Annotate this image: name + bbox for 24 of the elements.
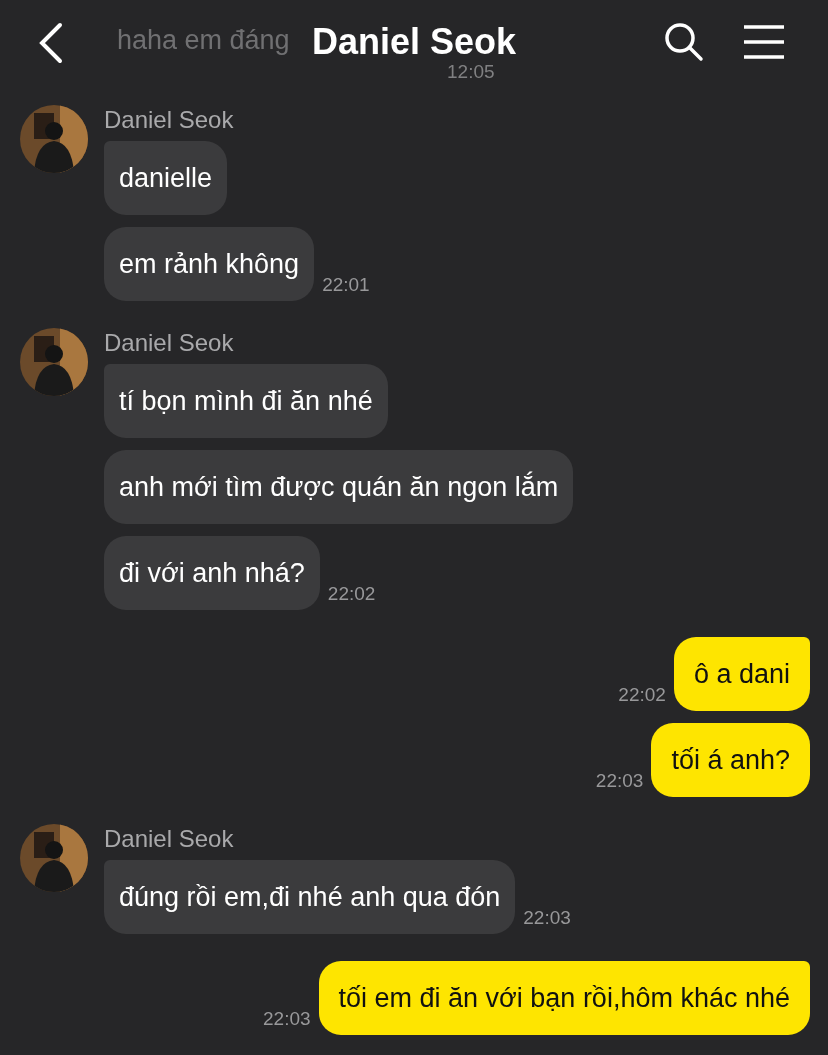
message-bubble: tối em đi ăn với bạn rồi,hôm khác nhé — [318, 961, 810, 1035]
search-icon[interactable] — [664, 22, 704, 62]
chat-title: Daniel Seok — [311, 24, 517, 60]
message-time: 22:03 — [595, 768, 644, 793]
sender-name: Daniel Seok — [104, 328, 235, 358]
message-time: 22:01 — [322, 272, 370, 297]
message-bubble: tí bọn mình đi ăn nhé — [104, 364, 388, 438]
message-bubble: em rảnh không — [104, 227, 315, 301]
sender-name: Daniel Seok — [104, 105, 235, 135]
back-icon[interactable] — [38, 22, 64, 64]
message-time: 22:03 — [263, 1006, 311, 1031]
faded-message: haha em đáng — [117, 26, 290, 56]
message-bubble: anh mới tìm được quán ăn ngon lắm — [104, 450, 574, 524]
message-bubble: tối á anh? — [651, 723, 810, 797]
message-bubble: đi với anh nhá? — [104, 536, 320, 610]
faded-time: 12:05 — [447, 62, 495, 81]
message-bubble: đúng rồi em,đi nhé anh qua đón — [104, 860, 516, 934]
message-time: 22:02 — [327, 581, 376, 606]
message-time: 22:03 — [523, 905, 571, 930]
message-time: 22:02 — [618, 682, 666, 707]
message-bubble: ô a dani — [673, 637, 810, 711]
sender-name: Daniel Seok — [104, 824, 235, 854]
menu-icon[interactable] — [743, 25, 785, 59]
message-bubble: danielle — [104, 141, 228, 215]
